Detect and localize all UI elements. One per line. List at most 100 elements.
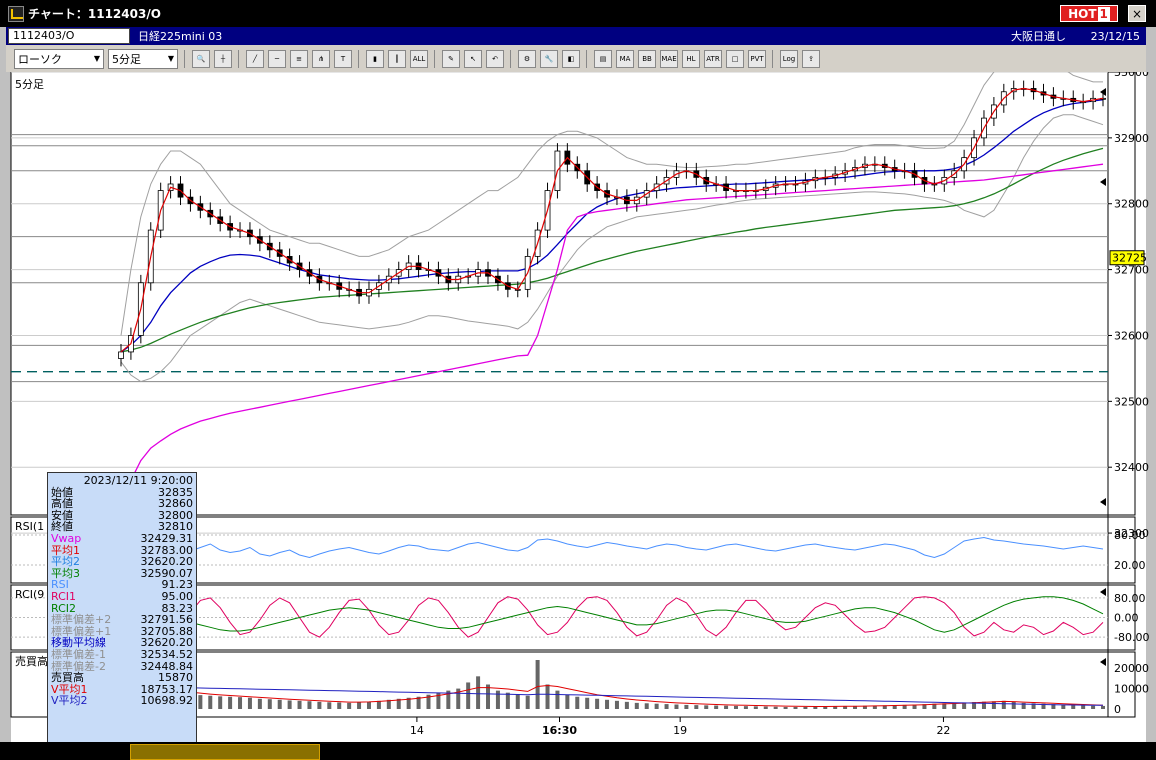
toolbar-separator bbox=[184, 49, 185, 68]
volume-bar bbox=[1071, 704, 1076, 709]
volume-bar bbox=[704, 705, 709, 709]
data-window-row: 標準偏差+2 32791.56 bbox=[51, 614, 193, 626]
cursor-icon[interactable]: ↖ bbox=[464, 49, 482, 68]
rsi-panel-label: RSI(1 bbox=[15, 520, 44, 533]
market-session: 大阪日通し bbox=[1011, 30, 1066, 43]
all-button[interactable]: ALL bbox=[410, 49, 428, 68]
zoom-icon[interactable]: 🔍 bbox=[192, 49, 210, 68]
square-icon[interactable]: □ bbox=[726, 49, 744, 68]
pvt-button[interactable]: PVT bbox=[748, 49, 766, 68]
trend-line-icon[interactable]: ╱ bbox=[246, 49, 264, 68]
fibonacci-icon[interactable]: ≡ bbox=[290, 49, 308, 68]
data-window-label: RCI1 bbox=[51, 589, 77, 603]
undo-icon[interactable]: ↶ bbox=[486, 49, 504, 68]
volume-bar bbox=[753, 706, 758, 709]
toolbar-separator bbox=[238, 49, 239, 68]
volume-bar bbox=[238, 697, 243, 709]
volume-bar bbox=[545, 684, 550, 709]
volume-bar bbox=[595, 698, 600, 709]
toolbar-separator bbox=[586, 49, 587, 68]
volume-bar bbox=[743, 706, 748, 709]
y-tick-label: 33000 bbox=[1114, 72, 1149, 79]
volume-bar bbox=[585, 697, 590, 709]
x-tick-label: 16:30 bbox=[542, 724, 577, 737]
symbol-info-bar: 1112403/O 日経225mini 03 大阪日通し 23/12/15 bbox=[6, 27, 1146, 45]
volume-bar bbox=[714, 705, 719, 709]
volume-bar bbox=[366, 701, 371, 709]
chart-toolbar: ローソク ▼ 5分足 ▼ 🔍 ┼ ╱ ─ ≡ ⋔ T ▮ ┃ ALL ✎ ↖ ↶… bbox=[6, 45, 1146, 72]
window-titlebar: チャート：1112403/O HOT 1 × bbox=[0, 0, 1156, 27]
rci-tick-label: 0.00 bbox=[1114, 612, 1139, 625]
tools-icon[interactable]: 🔧 bbox=[540, 49, 558, 68]
hl-button[interactable]: HL bbox=[682, 49, 700, 68]
data-window-label: 売買高 bbox=[51, 671, 84, 685]
volume-bar bbox=[357, 702, 362, 709]
atr-button[interactable]: ATR bbox=[704, 49, 722, 68]
volume-bar bbox=[654, 703, 659, 709]
symbol-code-input[interactable]: 1112403/O bbox=[8, 28, 130, 44]
main-panel-label: 5分足 bbox=[15, 78, 44, 91]
bb-button[interactable]: BB bbox=[638, 49, 656, 68]
candle-icon[interactable]: ▮ bbox=[366, 49, 384, 68]
left-margin bbox=[0, 72, 11, 742]
volume-bar bbox=[565, 694, 570, 709]
data-window-row: V平均2 10698.92 bbox=[51, 695, 193, 707]
settings-icon[interactable]: ⚙ bbox=[518, 49, 536, 68]
volume-bar bbox=[228, 696, 233, 709]
data-window-value: 32534.52 bbox=[140, 647, 194, 661]
volume-bar bbox=[773, 706, 778, 709]
data-window-value: 32429.31 bbox=[140, 531, 194, 545]
chart-type-select[interactable]: ローソク ▼ bbox=[14, 48, 104, 69]
volume-bar bbox=[793, 706, 798, 709]
volume-bar bbox=[605, 699, 610, 709]
rsi-tick-label: 80.00 bbox=[1114, 529, 1146, 542]
volume-bar bbox=[297, 700, 302, 709]
export-icon[interactable]: ⇪ bbox=[802, 49, 820, 68]
ma-button[interactable]: MA bbox=[616, 49, 634, 68]
log-button[interactable]: Log bbox=[780, 49, 798, 68]
volume-bar bbox=[1091, 705, 1096, 709]
volume-bar bbox=[535, 660, 540, 709]
volume-bar bbox=[634, 702, 639, 709]
data-window: 2023/12/11 9:20:00 始値 32835 高値 32860 安値 32800… bbox=[47, 472, 197, 744]
toolbar-separator bbox=[358, 49, 359, 68]
data-window-label: 平均2 bbox=[51, 555, 80, 569]
bar-icon[interactable]: ┃ bbox=[388, 49, 406, 68]
color-icon[interactable]: ◧ bbox=[562, 49, 580, 68]
interval-select[interactable]: 5分足 ▼ bbox=[108, 48, 178, 69]
pencil-icon[interactable]: ✎ bbox=[442, 49, 460, 68]
volume-bar bbox=[337, 702, 342, 709]
mae-button[interactable]: MAE bbox=[660, 49, 678, 68]
data-window-value: 95.00 bbox=[161, 589, 194, 603]
close-button[interactable]: × bbox=[1128, 5, 1146, 22]
crosshair-icon[interactable]: ┼ bbox=[214, 49, 232, 68]
volume-bar bbox=[783, 706, 788, 709]
data-window-label: 標準偏差+2 bbox=[51, 613, 112, 627]
volume-bar bbox=[664, 704, 669, 709]
volume-bar bbox=[724, 705, 729, 709]
scrollbar-thumb[interactable] bbox=[130, 744, 320, 760]
hot-badge[interactable]: HOT 1 bbox=[1060, 5, 1118, 22]
horizontal-line-icon[interactable]: ─ bbox=[268, 49, 286, 68]
volume-panel-label: 売買高 bbox=[15, 654, 48, 668]
chart-app-icon bbox=[8, 5, 24, 22]
data-window-row: RCI1 95.00 bbox=[51, 591, 193, 603]
toolbar-separator bbox=[772, 49, 773, 68]
pitchfork-icon[interactable]: ⋔ bbox=[312, 49, 330, 68]
volume-bar bbox=[813, 706, 818, 709]
rci-tick-label: -80.00 bbox=[1114, 631, 1149, 644]
volume-bar bbox=[218, 696, 223, 709]
volume-profile-icon[interactable]: ▤ bbox=[594, 49, 612, 68]
volume-bar bbox=[476, 676, 481, 709]
volume-bar bbox=[1001, 700, 1006, 709]
data-window-datetime: 2023/12/11 9:20:00 bbox=[83, 474, 193, 487]
data-window-label: Vwap bbox=[51, 531, 82, 545]
volume-bar bbox=[555, 690, 560, 709]
volume-bar bbox=[287, 700, 292, 709]
volume-bar bbox=[277, 699, 282, 709]
x-tick-label: 19 bbox=[673, 724, 687, 737]
text-icon[interactable]: T bbox=[334, 49, 352, 68]
chevron-down-icon: ▼ bbox=[167, 54, 174, 63]
data-window-label: 標準偏差-1 bbox=[51, 647, 106, 661]
volume-bar bbox=[644, 703, 649, 709]
